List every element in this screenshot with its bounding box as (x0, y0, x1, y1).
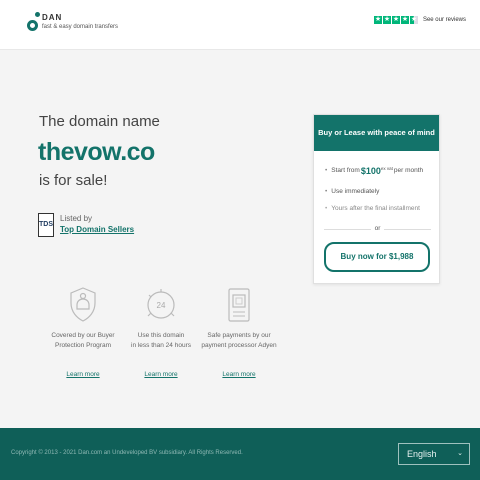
clock-24-icon: 24 (147, 289, 175, 319)
seller-info: TDS Listed by Top Domain Sellers (38, 213, 134, 237)
feature-text-line1: Use this domain (137, 332, 185, 339)
listed-by-label: Listed by (60, 214, 93, 223)
lease-price: $100 (360, 165, 381, 176)
svg-text:24: 24 (157, 301, 166, 310)
half-star-icon: ★ (409, 16, 418, 24)
buy-now-button[interactable]: Buy now for $1,988 (324, 242, 430, 272)
lease-price-item: • Start from $100ex vat per month (325, 160, 439, 181)
dan-logo[interactable]: DAN fast & easy domain transfers (27, 11, 118, 33)
seller-name-link[interactable]: Top Domain Sellers (60, 224, 134, 235)
payment-terminal-icon (228, 288, 250, 322)
purchase-panel: Buy or Lease with peace of mind • Start … (313, 114, 440, 284)
hero-intro: The domain name (39, 113, 160, 130)
feature-text-line2: Protection Program (55, 342, 111, 349)
bullet-icon: • (325, 188, 328, 195)
seller-logo: TDS (38, 213, 54, 237)
feature-safe-payments: Safe payments by our payment processor A… (201, 285, 277, 378)
trust-stars: ★ ★ ★ ★ ★ (373, 16, 418, 24)
star-icon: ★ (382, 16, 391, 24)
ownership-label: Yours after the final installment (331, 204, 420, 212)
chevron-down-icon: ⌄ (457, 450, 463, 457)
bullet-icon: • (325, 167, 328, 174)
price-prefix: Start from (331, 167, 360, 174)
feature-text-line2: in less than 24 hours (131, 342, 191, 349)
bullet-icon: • (325, 204, 328, 212)
ownership-item: • Yours after the final installment (325, 202, 439, 214)
feature-buyer-protection: Covered by our Buyer Protection Program … (45, 285, 121, 378)
star-icon: ★ (391, 16, 400, 24)
language-label: English (407, 449, 437, 459)
vat-label: ex vat (380, 165, 393, 171)
copyright-text: Copyright © 2013 - 2021 Dan.com an Undev… (11, 450, 243, 456)
use-immediately-label: Use immediately (331, 188, 380, 195)
learn-more-link[interactable]: Learn more (45, 371, 121, 378)
benefit-list: • Start from $100ex vat per month • Use … (314, 151, 439, 214)
trustpilot-rating[interactable]: ★ ★ ★ ★ ★ See our reviews (373, 16, 466, 24)
use-immediately-item: • Use immediately (325, 181, 439, 202)
panel-title: Buy or Lease with peace of mind (314, 115, 439, 151)
language-selector[interactable]: English ⌄ (398, 443, 470, 465)
or-label: or (370, 225, 385, 232)
logo-tagline: fast & easy domain transfers (42, 24, 119, 30)
feature-fast-use: 24 Use this domain in less than 24 hours… (123, 285, 199, 378)
domain-name: thevow.co (38, 138, 155, 166)
star-icon: ★ (373, 16, 382, 24)
site-header: DAN fast & easy domain transfers ★ ★ ★ ★… (0, 0, 480, 50)
star-icon: ★ (400, 16, 409, 24)
or-divider: or (314, 225, 441, 232)
hero-for-sale: is for sale! (39, 172, 108, 189)
feature-text-line2: payment processor Adyen (201, 342, 277, 349)
learn-more-link[interactable]: Learn more (123, 371, 199, 378)
price-suffix: per month (393, 167, 424, 174)
logo-name: DAN (42, 13, 63, 22)
shield-hand-icon (70, 287, 96, 322)
dan-logo-icon (27, 11, 40, 33)
feature-text-line1: Covered by our Buyer (51, 332, 115, 339)
learn-more-link[interactable]: Learn more (201, 371, 277, 378)
feature-text-line1: Safe payments by our (207, 332, 271, 339)
see-reviews-link[interactable]: See our reviews (423, 17, 466, 23)
